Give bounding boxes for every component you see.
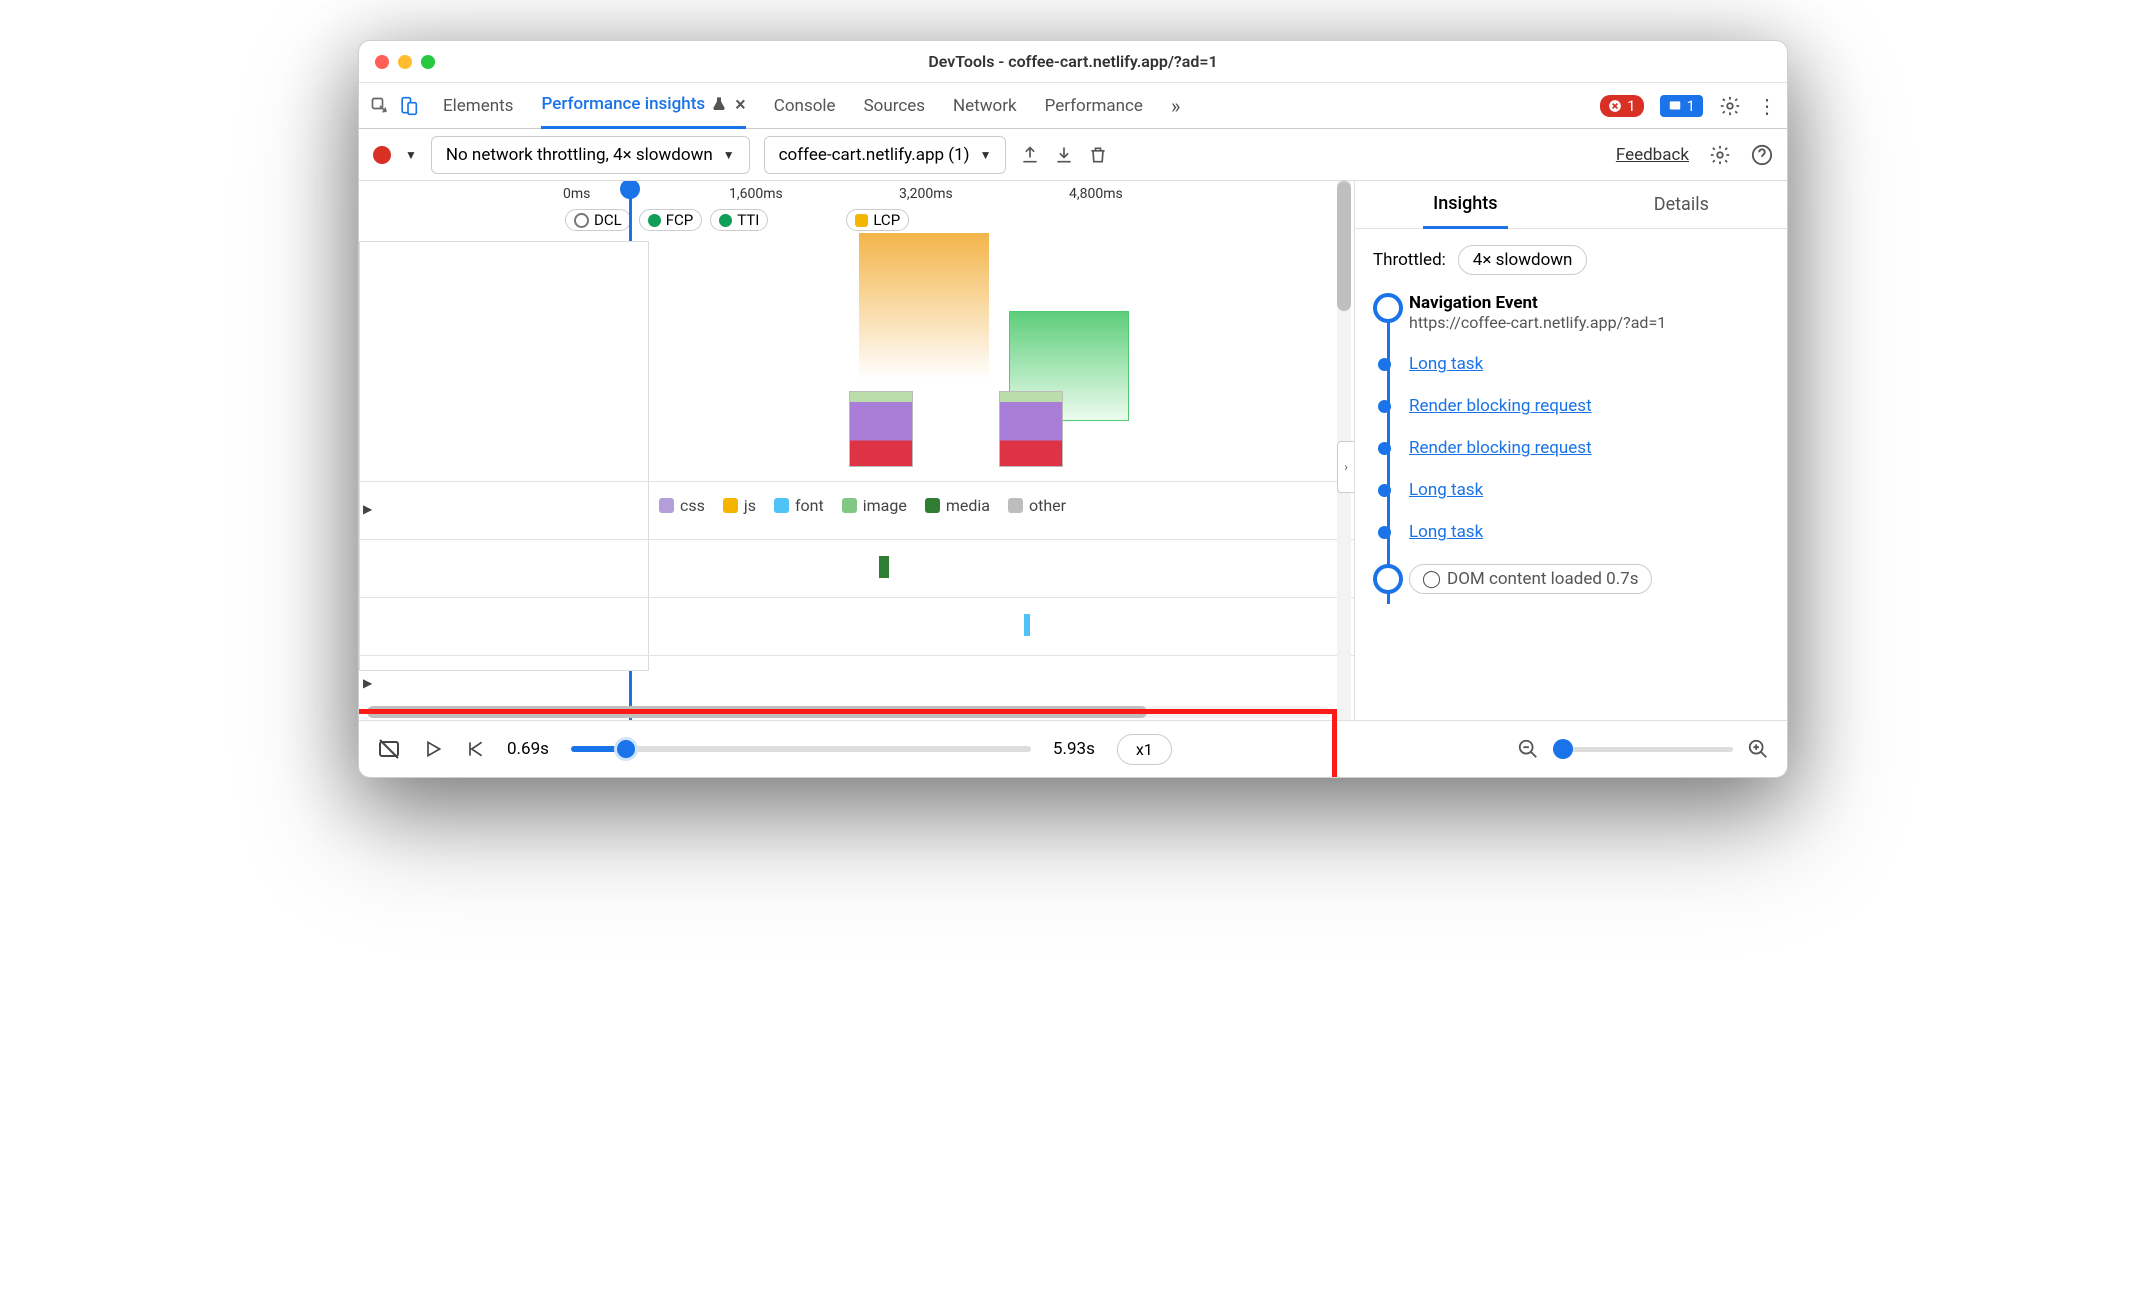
zoom-slider[interactable] [1553,747,1733,752]
no-screenshot-icon[interactable] [377,737,401,761]
time-start: 0.69s [507,739,549,759]
slider-knob[interactable] [614,737,638,761]
panel-settings-icon[interactable] [1709,144,1731,166]
marker-tti[interactable]: TTI [710,209,768,231]
throttling-select[interactable]: No network throttling, 4× slowdown▼ [431,136,750,174]
zoom-knob[interactable] [1553,739,1573,759]
navigation-event[interactable]: Navigation Event https://coffee-cart.net… [1409,293,1769,332]
insights-toolbar: ▼ No network throttling, 4× slowdown▼ co… [359,129,1787,181]
throttled-value: 4× slowdown [1458,245,1588,275]
insights-timeline: Navigation Event https://coffee-cart.net… [1373,293,1769,594]
playback-footer: 0.69s 5.93s x1 [359,721,1787,777]
insight-link[interactable]: Long task [1409,522,1483,542]
tab-insights[interactable]: Insights [1423,181,1507,229]
tab-performance-insights[interactable]: Performance insights × [541,83,745,129]
devtools-window: DevTools - coffee-cart.netlify.app/?ad=1… [358,40,1788,778]
insight-link[interactable]: Render blocking request [1409,438,1592,458]
session-select[interactable]: coffee-cart.netlify.app (1)▼ [764,136,1007,174]
error-count-badge[interactable]: 1 [1600,95,1643,117]
settings-icon[interactable] [1719,95,1741,117]
screenshot-thumb[interactable] [999,391,1063,467]
play-icon[interactable] [423,739,443,759]
tab-sources[interactable]: Sources [864,83,925,129]
message-icon [1668,99,1682,113]
tab-label: Performance insights [541,94,705,114]
time-ruler: 0ms 1,600ms 3,200ms 4,800ms [559,181,1354,205]
zoom-window-button[interactable] [421,55,435,69]
lcp-block[interactable] [859,233,989,379]
session-label: coffee-cart.netlify.app (1) [779,145,970,165]
message-count-badge[interactable]: 1 [1660,95,1703,117]
insight-item[interactable]: Render blocking request [1409,438,1769,458]
playback-speed[interactable]: x1 [1117,734,1172,765]
tab-elements[interactable]: Elements [443,83,513,129]
minimize-window-button[interactable] [398,55,412,69]
marker-lcp[interactable]: LCP [846,209,909,231]
timeline-panel[interactable]: 0ms 1,600ms 3,200ms 4,800ms DCL FCP TTI … [359,181,1355,720]
main-body: 0ms 1,600ms 3,200ms 4,800ms DCL FCP TTI … [359,181,1787,721]
titlebar: DevTools - coffee-cart.netlify.app/?ad=1 [359,41,1787,83]
window-controls [375,55,435,69]
window-title: DevTools - coffee-cart.netlify.app/?ad=1 [359,52,1787,71]
panel-tabs: Elements Performance insights × Console … [443,83,1180,129]
insight-link[interactable]: Long task [1409,354,1483,374]
dcl-event[interactable]: ◯DOM content loaded 0.7s [1409,564,1769,594]
feedback-link[interactable]: Feedback [1616,145,1689,165]
zoom-out-icon[interactable] [1517,738,1539,760]
more-icon[interactable]: ⋮ [1757,94,1777,118]
import-icon[interactable] [1054,145,1074,165]
main-row[interactable]: ▶ [359,655,1354,713]
zoom-controls [1517,738,1769,760]
time-end: 5.93s [1053,739,1095,759]
export-icon[interactable] [1020,145,1040,165]
insight-link[interactable]: Long task [1409,480,1483,500]
resource-row[interactable] [359,597,1354,655]
screenshot-thumb[interactable] [849,391,913,467]
error-icon [1608,99,1622,113]
sidebar-tabs: Insights Details [1355,181,1787,229]
tab-network[interactable]: Network [953,83,1017,129]
close-window-button[interactable] [375,55,389,69]
playback-slider[interactable] [571,746,1031,752]
insight-item[interactable]: Render blocking request [1409,396,1769,416]
experiment-icon [711,96,727,112]
tabs-overflow[interactable]: » [1171,83,1180,129]
timing-markers: DCL FCP TTI LCP [559,205,1354,235]
marker-dcl[interactable]: DCL [565,209,631,231]
resource-row[interactable] [359,539,1354,597]
throttled-row: Throttled: 4× slowdown [1373,245,1769,275]
record-menu-caret[interactable]: ▼ [405,148,417,162]
throttling-label: No network throttling, 4× slowdown [446,145,713,165]
insight-link[interactable]: Render blocking request [1409,396,1592,416]
device-toggle-icon[interactable] [397,95,419,117]
tab-performance[interactable]: Performance [1045,83,1143,129]
insights-sidebar: Insights Details Throttled: 4× slowdown … [1355,181,1787,720]
delete-icon[interactable] [1088,145,1108,165]
tab-console[interactable]: Console [774,83,836,129]
expand-icon[interactable]: ▶ [363,676,372,690]
marker-fcp[interactable]: FCP [639,209,703,231]
inspect-element-icon[interactable] [369,95,391,117]
devtools-tabbar: Elements Performance insights × Console … [359,83,1787,129]
tab-details[interactable]: Details [1644,181,1719,229]
record-button[interactable] [373,146,391,164]
close-tab-icon[interactable]: × [735,92,746,116]
horizontal-scrollbar[interactable] [367,706,1330,718]
throttled-label: Throttled: [1373,250,1446,270]
rewind-icon[interactable] [465,739,485,759]
help-icon[interactable] [1751,144,1773,166]
resource-legend: css js font image media other [659,496,1066,515]
insight-item[interactable]: Long task [1409,354,1769,374]
expand-icon[interactable]: ▶ [363,502,372,516]
zoom-in-icon[interactable] [1747,738,1769,760]
insight-item[interactable]: Long task [1409,522,1769,542]
toggle-sidebar-button[interactable]: › [1337,441,1355,493]
insight-item[interactable]: Long task [1409,480,1769,500]
